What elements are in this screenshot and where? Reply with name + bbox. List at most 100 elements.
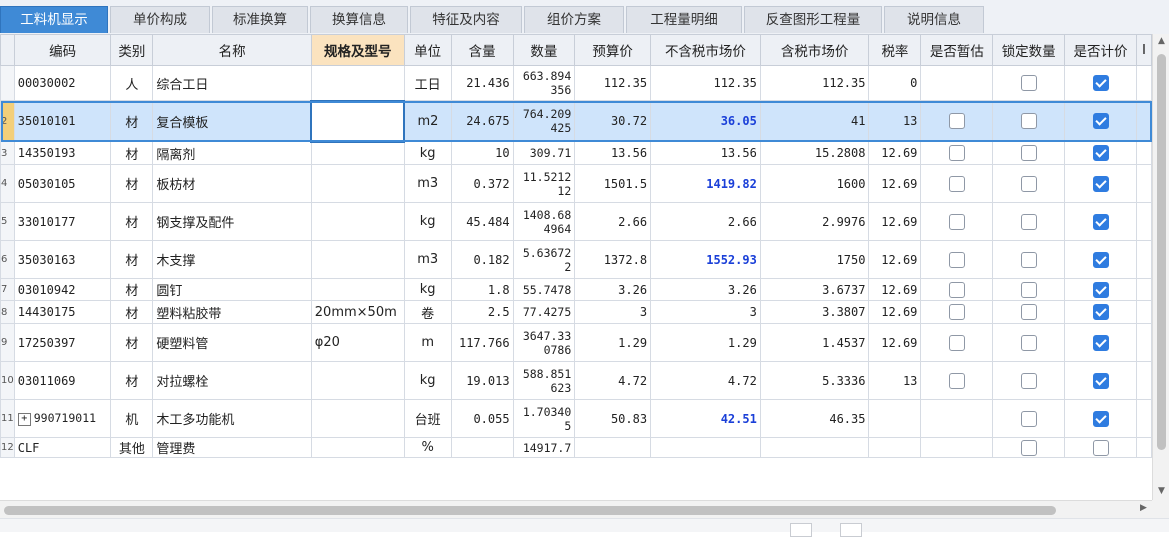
col-budget-price[interactable]: 预算价 [574, 34, 652, 66]
col-type[interactable]: 类别 [110, 34, 154, 66]
checkbox-icon[interactable] [1020, 75, 1037, 91]
lock-quantity-cell[interactable] [992, 141, 1066, 165]
content-cell[interactable]: 0.372 [450, 164, 514, 203]
name-cell[interactable]: 塑料粘胶带 [152, 300, 312, 324]
checkbox-icon[interactable] [1092, 213, 1109, 230]
market-price-ex-tax-cell[interactable]: 13.56 [650, 141, 761, 165]
name-cell[interactable]: 对拉螺栓 [152, 361, 312, 400]
type-cell[interactable]: 人 [110, 65, 154, 101]
budget-price-cell[interactable]: 1501.5 [574, 164, 652, 203]
checkbox-icon[interactable] [948, 251, 965, 268]
checkbox-icon[interactable] [948, 334, 965, 351]
type-cell[interactable]: 材 [110, 300, 154, 324]
col-spec[interactable]: 规格及型号 [310, 34, 405, 66]
unit-cell[interactable]: m [403, 323, 452, 362]
unit-cell[interactable]: 台班 [403, 399, 452, 438]
tax-rate-cell[interactable]: 12.69 [868, 240, 922, 279]
tax-rate-cell[interactable]: 12.69 [868, 300, 922, 324]
lock-quantity-cell[interactable] [992, 164, 1066, 203]
spec-cell[interactable]: φ20 [310, 323, 405, 362]
quantity-cell[interactable]: 764.209425 [512, 100, 576, 142]
priced-cell[interactable] [1064, 141, 1137, 165]
tab-pricing-scheme[interactable]: 组价方案 [524, 6, 624, 33]
scroll-right-icon[interactable]: ▶ [1140, 503, 1147, 513]
name-cell[interactable]: 木支撑 [152, 240, 312, 279]
checkbox-icon[interactable] [1020, 410, 1037, 427]
tax-rate-cell[interactable]: 12.69 [868, 278, 922, 301]
type-cell[interactable]: 材 [110, 164, 154, 203]
unit-cell[interactable]: m3 [403, 240, 452, 279]
unit-cell[interactable]: kg [403, 361, 452, 400]
table-row[interactable]: 10 03011069 材 对拉螺栓 kg 19.013 588.851623 4.72 4.7… [0, 361, 1152, 400]
budget-price-cell[interactable]: 4.72 [574, 361, 652, 400]
budget-price-cell[interactable]: 30.72 [574, 100, 652, 142]
row-number[interactable]: 10 [0, 361, 15, 400]
table-row[interactable]: 7 03010942 材 圆钉 kg 1.8 55.7478 3.26 3.26 3.6737 12… [0, 278, 1152, 301]
checkbox-icon[interactable] [1020, 372, 1037, 389]
type-cell[interactable]: 其他 [110, 437, 154, 458]
market-price-ex-tax-cell[interactable]: 36.05 [650, 100, 761, 142]
market-price-in-tax-cell[interactable]: 15.2808 [759, 141, 870, 165]
horizontal-scrollbar[interactable]: ▶ [0, 500, 1152, 519]
tax-rate-cell[interactable] [868, 399, 922, 438]
spec-cell[interactable] [310, 278, 405, 301]
col-more[interactable]: I [1135, 34, 1152, 66]
quantity-cell[interactable]: 663.894356 [512, 65, 576, 101]
budget-price-cell[interactable] [574, 437, 652, 458]
budget-price-cell[interactable]: 2.66 [574, 202, 652, 241]
lock-quantity-cell[interactable] [992, 240, 1066, 279]
col-quantity[interactable]: 数量 [512, 34, 576, 66]
market-price-ex-tax-cell[interactable]: 2.66 [650, 202, 761, 241]
lock-quantity-cell[interactable] [992, 437, 1066, 458]
code-cell[interactable]: 03011069 [13, 361, 112, 400]
market-price-in-tax-cell[interactable] [759, 437, 870, 458]
unit-cell[interactable]: m2 [403, 100, 452, 142]
spec-cell[interactable]: 20mm×50m [310, 300, 405, 324]
checkbox-icon[interactable] [948, 175, 965, 192]
provisional-cell[interactable] [920, 300, 994, 324]
table-row[interactable]: 00030002 人 综合工日 工日 21.436 663.894356 112.35 112… [0, 65, 1152, 101]
col-priced[interactable]: 是否计价 [1064, 34, 1137, 66]
lock-quantity-cell[interactable] [992, 300, 1066, 324]
budget-price-cell[interactable]: 13.56 [574, 141, 652, 165]
checkbox-icon[interactable] [1092, 251, 1109, 268]
col-lock-quantity[interactable]: 锁定数量 [992, 34, 1066, 66]
market-price-in-tax-cell[interactable]: 3.6737 [759, 278, 870, 301]
market-price-ex-tax-cell[interactable]: 112.35 [650, 65, 761, 101]
provisional-cell[interactable] [920, 202, 994, 241]
code-cell[interactable]: 14350193 [13, 141, 112, 165]
lock-quantity-cell[interactable] [992, 361, 1066, 400]
provisional-cell[interactable] [920, 240, 994, 279]
content-cell[interactable] [450, 437, 514, 458]
quantity-cell[interactable]: 77.4275 [512, 300, 576, 324]
unit-cell[interactable]: kg [403, 141, 452, 165]
market-price-in-tax-cell[interactable]: 1750 [759, 240, 870, 279]
market-price-in-tax-cell[interactable]: 1.4537 [759, 323, 870, 362]
market-price-ex-tax-cell[interactable]: 42.51 [650, 399, 761, 438]
market-price-in-tax-cell[interactable]: 112.35 [759, 65, 870, 101]
spec-cell[interactable] [310, 141, 405, 165]
code-cell[interactable]: 00030002 [13, 65, 112, 101]
code-cell[interactable]: 35030163 [13, 240, 112, 279]
col-unit[interactable]: 单位 [403, 34, 452, 66]
unit-cell[interactable]: m3 [403, 164, 452, 203]
content-cell[interactable]: 21.436 [450, 65, 514, 101]
tax-rate-cell[interactable] [868, 437, 922, 458]
name-cell[interactable]: 钢支撑及配件 [152, 202, 312, 241]
table-row[interactable]: 12 CLF 其他 管理费% 14917.7 [0, 437, 1152, 458]
market-price-ex-tax-cell[interactable]: 1419.82 [650, 164, 761, 203]
checkbox-icon[interactable] [948, 372, 965, 389]
checkbox-icon[interactable] [1020, 145, 1037, 161]
unit-cell[interactable]: 工日 [403, 65, 452, 101]
quantity-cell[interactable]: 55.7478 [512, 278, 576, 301]
row-number[interactable]: 5 [0, 202, 15, 241]
checkbox-icon[interactable] [1092, 304, 1109, 320]
type-cell[interactable]: 材 [110, 361, 154, 400]
horizontal-scroll-thumb[interactable] [4, 506, 1056, 515]
spec-cell[interactable] [310, 240, 405, 279]
plus-square-icon[interactable]: + [17, 413, 31, 426]
unit-cell[interactable]: 卷 [403, 300, 452, 324]
checkbox-icon[interactable] [1092, 75, 1109, 91]
checkbox-icon[interactable] [1020, 304, 1037, 320]
checkbox-icon[interactable] [948, 145, 965, 161]
